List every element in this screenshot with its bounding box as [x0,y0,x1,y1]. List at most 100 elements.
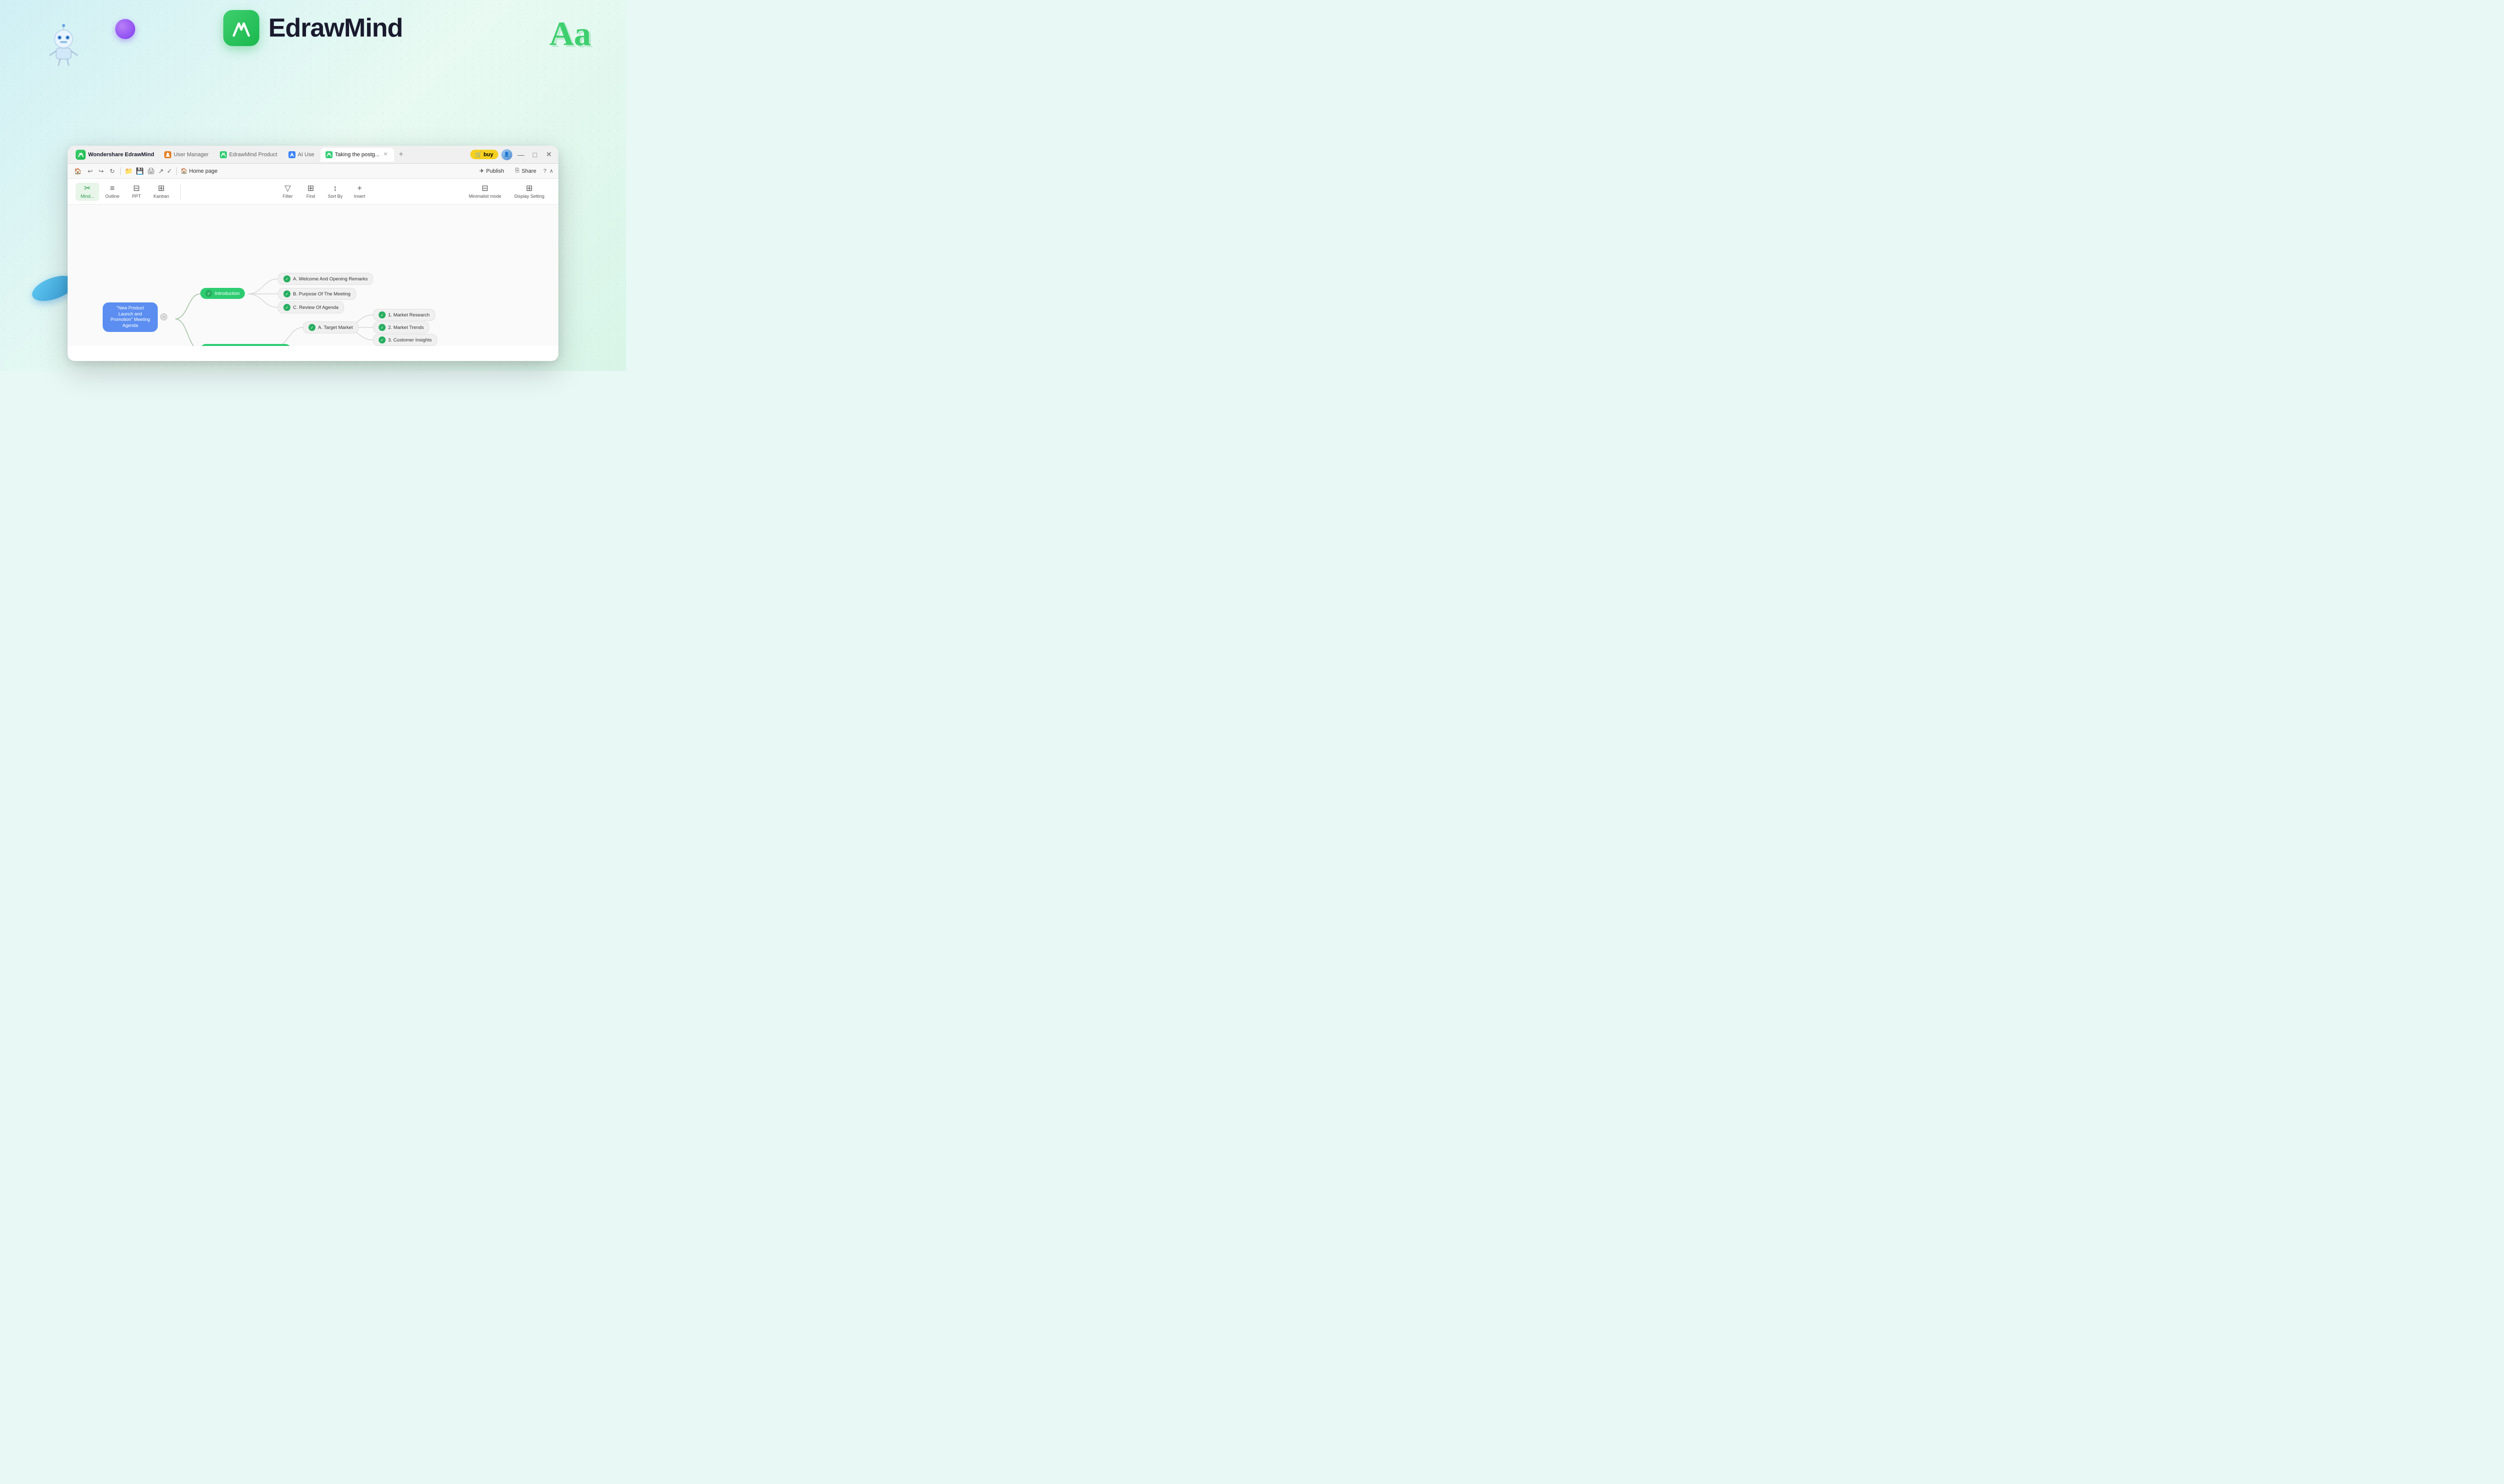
center-tools: ▽ Filter ⊞ Find ↕ Sort By + Insert [277,183,371,201]
display-setting-button[interactable]: ⊞ Display Setting [508,183,550,201]
tab-user-manager[interactable]: User Manager [159,148,214,162]
toolbar-separator-1 [180,184,181,199]
market-trends-node[interactable]: ✓ 2. Market Trends [373,321,429,333]
presentation-node-box[interactable]: ✓ Presentation Of The New Product [200,344,291,346]
root-expand-btn[interactable]: − [160,313,167,320]
kanban-icon: ⊞ [158,185,164,193]
browser-controls: 🛒 buy 👤 — □ ✕ [470,149,554,160]
purpose-label: B. Purpose Of The Meeting [293,291,351,297]
tab-taking-postg[interactable]: Taking the postg... ✕ [321,148,394,162]
market-trends-node-box[interactable]: ✓ 2. Market Trends [373,321,429,333]
address-bar: 🏠 ↩ ↪ ↻ 📁 💾 🖨 ↗ ✓ 🏠 Home page ✈ Publish … [68,164,558,179]
folder-icon: 📁 [125,167,133,175]
mindmap-label: Mind... [81,194,94,199]
target-market-check: ✓ [308,324,316,331]
introduction-node-box[interactable]: ✓ Introduction [200,288,245,299]
sortby-button[interactable]: ↕ Sort By [323,183,348,201]
addr-divider-1 [120,167,121,175]
buy-button[interactable]: 🛒 buy [470,150,498,159]
home-page-label: Home page [189,168,218,174]
welcome-node[interactable]: ✓ A. Welcome And Opening Remarks [278,273,373,285]
ppt-label: PPT [132,194,141,199]
export-icon: ↗ [158,167,164,175]
review-node-box[interactable]: ✓ C. Review Of Agenda [278,301,344,313]
minimalist-mode-button[interactable]: ⊟ Minimalist mode [463,183,507,201]
target-market-node[interactable]: ✓ A. Target Market [303,321,359,333]
tab-close-taking-postg[interactable]: ✕ [382,151,389,158]
outline-view-button[interactable]: ≡ Outline [100,183,125,201]
nav-refresh-button[interactable]: ↻ [108,167,116,176]
tab-label-taking-postg: Taking the postg... [335,152,380,158]
tab-ai-use[interactable]: AI Use [283,148,320,162]
outline-icon: ≡ [110,185,115,193]
customer-insights-check: ✓ [379,336,386,343]
root-node-label: "New Product Launch and Promotion" Meeti… [109,305,152,329]
root-node-box[interactable]: "New Product Launch and Promotion" Meeti… [103,302,158,332]
save-icon: 💾 [136,167,144,175]
nav-home-button[interactable]: 🏠 [73,167,83,176]
tab-favicon-edrawmind-product [220,151,227,158]
hero-section: EdrawMind [223,10,403,46]
purpose-node[interactable]: ✓ B. Purpose Of The Meeting [278,288,356,300]
home-page-link[interactable]: 🏠 Home page [181,168,218,174]
tab-favicon-taking-postg [326,151,333,158]
insert-icon: + [357,185,362,193]
review-label: C. Review Of Agenda [293,305,339,310]
ppt-view-button[interactable]: ⊟ PPT [126,183,148,201]
minimize-button[interactable]: — [515,149,526,160]
mindmap-icon: ✂ [84,185,91,193]
nav-back-button[interactable]: ↩ [86,167,94,176]
share-button[interactable]: ⎘ Share [511,166,540,176]
target-market-node-box[interactable]: ✓ A. Target Market [303,321,359,333]
welcome-label: A. Welcome And Opening Remarks [293,276,368,282]
market-research-label: 1. Market Research [388,312,430,318]
minimalist-mode-label: Minimalist mode [469,194,501,199]
customer-insights-node-box[interactable]: ✓ 3. Customer Insights [373,334,437,346]
home-page-icon: 🏠 [181,168,188,174]
deco-purple-ball [115,19,135,39]
new-tab-button[interactable]: + [395,149,407,161]
print-icon: 🖨 [147,167,156,175]
canvas-area: "New Product Launch and Promotion" Meeti… [68,205,558,346]
share-label: Share [521,168,536,174]
right-tools: ⊟ Minimalist mode ⊞ Display Setting [463,183,550,201]
outline-label: Outline [105,194,120,199]
welcome-check: ✓ [283,275,290,282]
insert-button[interactable]: + Insert [349,183,371,201]
market-trends-label: 2. Market Trends [388,325,424,330]
review-node[interactable]: ✓ C. Review Of Agenda [278,301,344,313]
browser-window: Wondershare EdrawMind User Manager Edraw… [68,146,558,361]
help-button[interactable]: ? [543,168,546,174]
main-toolbar: ✂ Mind... ≡ Outline ⊟ PPT ⊞ Kanban ▽ Fil… [68,179,558,205]
filter-button[interactable]: ▽ Filter [277,183,299,201]
welcome-node-box[interactable]: ✓ A. Welcome And Opening Remarks [278,273,373,285]
filter-icon: ▽ [284,185,290,193]
maximize-button[interactable]: □ [529,149,540,160]
presentation-node[interactable]: ✓ Presentation Of The New Product [200,344,291,346]
mark-icon: ✓ [167,167,172,175]
introduction-node[interactable]: ✓ Introduction [200,288,245,299]
collapse-button[interactable]: ∧ [549,168,553,174]
target-market-label: A. Target Market [318,325,353,330]
mindmap-view-button[interactable]: ✂ Mind... [76,183,99,201]
browser-logo-icon [76,150,86,160]
tab-favicon-user-manager [164,151,171,158]
share-icon: ⎘ [515,168,520,174]
root-node[interactable]: "New Product Launch and Promotion" Meeti… [103,302,167,332]
minimalist-mode-icon: ⊟ [482,185,488,193]
market-research-node[interactable]: ✓ 1. Market Research [373,309,435,321]
publish-button[interactable]: ✈ Publish [475,166,508,176]
customer-insights-label: 3. Customer Insights [388,337,432,343]
view-mode-group: ✂ Mind... ≡ Outline ⊟ PPT ⊞ Kanban [76,183,174,201]
tab-edrawmind-product[interactable]: EdrawMind Product [215,148,282,162]
addr-divider-2 [176,167,177,175]
review-check: ✓ [283,304,290,311]
find-button[interactable]: ⊞ Find [300,183,322,201]
close-button[interactable]: ✕ [543,149,554,160]
kanban-view-button[interactable]: ⊞ Kanban [149,183,174,201]
market-research-node-box[interactable]: ✓ 1. Market Research [373,309,435,321]
nav-forward-button[interactable]: ↪ [97,167,105,176]
customer-insights-node[interactable]: ✓ 3. Customer Insights [373,334,437,346]
purpose-node-box[interactable]: ✓ B. Purpose Of The Meeting [278,288,356,300]
introduction-check: ✓ [205,290,212,297]
